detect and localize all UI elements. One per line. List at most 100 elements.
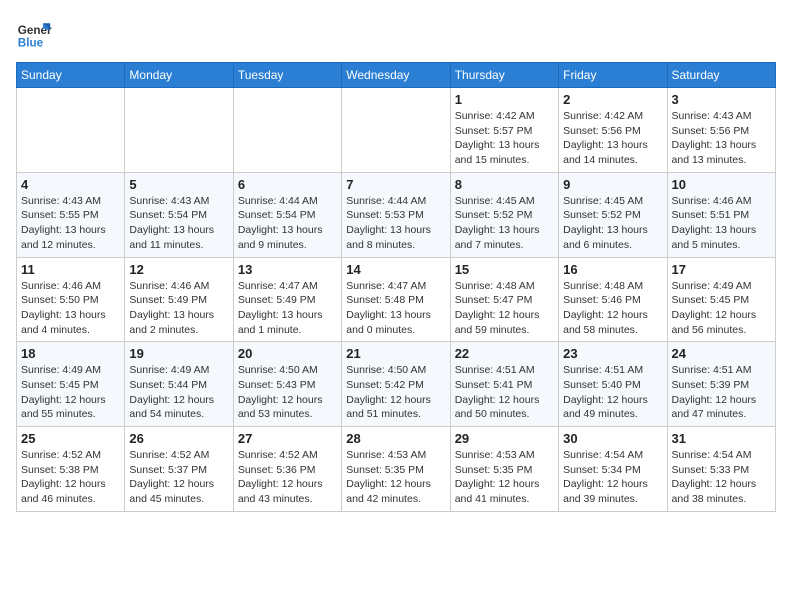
day-info: Sunrise: 4:50 AM Sunset: 5:42 PM Dayligh… — [346, 363, 445, 422]
calendar-cell: 31 Sunrise: 4:54 AM Sunset: 5:33 PM Dayli… — [667, 427, 775, 512]
day-number: 1 — [455, 92, 554, 107]
day-info: Sunrise: 4:51 AM Sunset: 5:41 PM Dayligh… — [455, 363, 554, 422]
day-info: Sunrise: 4:52 AM Sunset: 5:37 PM Dayligh… — [129, 448, 228, 507]
day-header-tuesday: Tuesday — [233, 63, 341, 88]
calendar-cell: 28 Sunrise: 4:53 AM Sunset: 5:35 PM Dayli… — [342, 427, 450, 512]
day-info: Sunrise: 4:42 AM Sunset: 5:56 PM Dayligh… — [563, 109, 662, 168]
day-number: 11 — [21, 262, 120, 277]
day-number: 12 — [129, 262, 228, 277]
calendar-header-row: SundayMondayTuesdayWednesdayThursdayFrid… — [17, 63, 776, 88]
day-info: Sunrise: 4:44 AM Sunset: 5:53 PM Dayligh… — [346, 194, 445, 253]
svg-text:Blue: Blue — [18, 37, 44, 50]
calendar-cell: 29 Sunrise: 4:53 AM Sunset: 5:35 PM Dayli… — [450, 427, 558, 512]
day-info: Sunrise: 4:49 AM Sunset: 5:44 PM Dayligh… — [129, 363, 228, 422]
calendar-cell: 1 Sunrise: 4:42 AM Sunset: 5:57 PM Daylig… — [450, 88, 558, 173]
day-info: Sunrise: 4:53 AM Sunset: 5:35 PM Dayligh… — [455, 448, 554, 507]
day-info: Sunrise: 4:44 AM Sunset: 5:54 PM Dayligh… — [238, 194, 337, 253]
calendar-cell: 22 Sunrise: 4:51 AM Sunset: 5:41 PM Dayli… — [450, 342, 558, 427]
calendar-cell: 5 Sunrise: 4:43 AM Sunset: 5:54 PM Daylig… — [125, 172, 233, 257]
calendar-cell — [125, 88, 233, 173]
day-number: 29 — [455, 431, 554, 446]
day-info: Sunrise: 4:53 AM Sunset: 5:35 PM Dayligh… — [346, 448, 445, 507]
calendar-cell: 17Sunrise: 4:49 AM Sunset: 5:45 PM Dayli… — [667, 257, 775, 342]
calendar-cell: 20 Sunrise: 4:50 AM Sunset: 5:43 PM Dayli… — [233, 342, 341, 427]
day-info: Sunrise: 4:43 AM Sunset: 5:56 PM Dayligh… — [672, 109, 771, 168]
logo-icon: General Blue — [16, 16, 52, 52]
calendar-cell: 23Sunrise: 4:51 AM Sunset: 5:40 PM Dayli… — [559, 342, 667, 427]
day-number: 13 — [238, 262, 337, 277]
calendar-cell: 14 Sunrise: 4:47 AM Sunset: 5:48 PM Dayli… — [342, 257, 450, 342]
day-info: Sunrise: 4:54 AM Sunset: 5:33 PM Dayligh… — [672, 448, 771, 507]
day-header-friday: Friday — [559, 63, 667, 88]
calendar-cell: 18Sunrise: 4:49 AM Sunset: 5:45 PM Dayli… — [17, 342, 125, 427]
day-header-monday: Monday — [125, 63, 233, 88]
week-row-3: 11 Sunrise: 4:46 AM Sunset: 5:50 PM Dayli… — [17, 257, 776, 342]
day-number: 5 — [129, 177, 228, 192]
calendar-cell: 11 Sunrise: 4:46 AM Sunset: 5:50 PM Dayli… — [17, 257, 125, 342]
day-info: Sunrise: 4:43 AM Sunset: 5:54 PM Dayligh… — [129, 194, 228, 253]
day-info: Sunrise: 4:50 AM Sunset: 5:43 PM Dayligh… — [238, 363, 337, 422]
day-number: 26 — [129, 431, 228, 446]
calendar-cell: 6 Sunrise: 4:44 AM Sunset: 5:54 PM Daylig… — [233, 172, 341, 257]
day-info: Sunrise: 4:48 AM Sunset: 5:46 PM Dayligh… — [563, 279, 662, 338]
day-info: Sunrise: 4:52 AM Sunset: 5:36 PM Dayligh… — [238, 448, 337, 507]
week-row-2: 4 Sunrise: 4:43 AM Sunset: 5:55 PM Daylig… — [17, 172, 776, 257]
day-info: Sunrise: 4:48 AM Sunset: 5:47 PM Dayligh… — [455, 279, 554, 338]
calendar-cell: 25 Sunrise: 4:52 AM Sunset: 5:38 PM Dayli… — [17, 427, 125, 512]
day-number: 8 — [455, 177, 554, 192]
day-number: 25 — [21, 431, 120, 446]
calendar-cell: 13Sunrise: 4:47 AM Sunset: 5:49 PM Dayli… — [233, 257, 341, 342]
day-number: 20 — [238, 346, 337, 361]
day-number: 14 — [346, 262, 445, 277]
week-row-4: 18Sunrise: 4:49 AM Sunset: 5:45 PM Dayli… — [17, 342, 776, 427]
day-number: 28 — [346, 431, 445, 446]
calendar-cell: 2 Sunrise: 4:42 AM Sunset: 5:56 PM Daylig… — [559, 88, 667, 173]
day-info: Sunrise: 4:42 AM Sunset: 5:57 PM Dayligh… — [455, 109, 554, 168]
day-info: Sunrise: 4:45 AM Sunset: 5:52 PM Dayligh… — [563, 194, 662, 253]
day-info: Sunrise: 4:46 AM Sunset: 5:51 PM Dayligh… — [672, 194, 771, 253]
day-info: Sunrise: 4:51 AM Sunset: 5:39 PM Dayligh… — [672, 363, 771, 422]
day-number: 3 — [672, 92, 771, 107]
day-info: Sunrise: 4:49 AM Sunset: 5:45 PM Dayligh… — [21, 363, 120, 422]
calendar-cell: 8Sunrise: 4:45 AM Sunset: 5:52 PM Daylig… — [450, 172, 558, 257]
day-header-sunday: Sunday — [17, 63, 125, 88]
day-info: Sunrise: 4:47 AM Sunset: 5:48 PM Dayligh… — [346, 279, 445, 338]
calendar-cell: 3 Sunrise: 4:43 AM Sunset: 5:56 PM Daylig… — [667, 88, 775, 173]
day-number: 31 — [672, 431, 771, 446]
calendar-cell: 27 Sunrise: 4:52 AM Sunset: 5:36 PM Dayli… — [233, 427, 341, 512]
day-header-wednesday: Wednesday — [342, 63, 450, 88]
day-number: 30 — [563, 431, 662, 446]
day-number: 7 — [346, 177, 445, 192]
day-header-saturday: Saturday — [667, 63, 775, 88]
day-info: Sunrise: 4:52 AM Sunset: 5:38 PM Dayligh… — [21, 448, 120, 507]
calendar-cell: 9 Sunrise: 4:45 AM Sunset: 5:52 PM Daylig… — [559, 172, 667, 257]
day-number: 10 — [672, 177, 771, 192]
day-number: 2 — [563, 92, 662, 107]
day-number: 21 — [346, 346, 445, 361]
day-info: Sunrise: 4:46 AM Sunset: 5:49 PM Dayligh… — [129, 279, 228, 338]
calendar-cell — [342, 88, 450, 173]
day-number: 27 — [238, 431, 337, 446]
day-number: 9 — [563, 177, 662, 192]
day-info: Sunrise: 4:46 AM Sunset: 5:50 PM Dayligh… — [21, 279, 120, 338]
calendar-table: SundayMondayTuesdayWednesdayThursdayFrid… — [16, 62, 776, 512]
calendar-cell: 26 Sunrise: 4:52 AM Sunset: 5:37 PM Dayli… — [125, 427, 233, 512]
calendar-cell: 24Sunrise: 4:51 AM Sunset: 5:39 PM Dayli… — [667, 342, 775, 427]
day-info: Sunrise: 4:43 AM Sunset: 5:55 PM Dayligh… — [21, 194, 120, 253]
day-number: 22 — [455, 346, 554, 361]
calendar-cell: 21 Sunrise: 4:50 AM Sunset: 5:42 PM Dayli… — [342, 342, 450, 427]
page-header: General Blue — [16, 16, 776, 52]
day-header-thursday: Thursday — [450, 63, 558, 88]
calendar-cell: 16 Sunrise: 4:48 AM Sunset: 5:46 PM Dayli… — [559, 257, 667, 342]
calendar-cell: 15Sunrise: 4:48 AM Sunset: 5:47 PM Dayli… — [450, 257, 558, 342]
calendar-cell — [233, 88, 341, 173]
day-number: 16 — [563, 262, 662, 277]
day-number: 4 — [21, 177, 120, 192]
logo: General Blue — [16, 16, 52, 52]
day-info: Sunrise: 4:49 AM Sunset: 5:45 PM Dayligh… — [672, 279, 771, 338]
calendar-cell: 4 Sunrise: 4:43 AM Sunset: 5:55 PM Daylig… — [17, 172, 125, 257]
day-number: 6 — [238, 177, 337, 192]
calendar-cell — [17, 88, 125, 173]
calendar-cell: 12 Sunrise: 4:46 AM Sunset: 5:49 PM Dayli… — [125, 257, 233, 342]
calendar-cell: 30Sunrise: 4:54 AM Sunset: 5:34 PM Dayli… — [559, 427, 667, 512]
